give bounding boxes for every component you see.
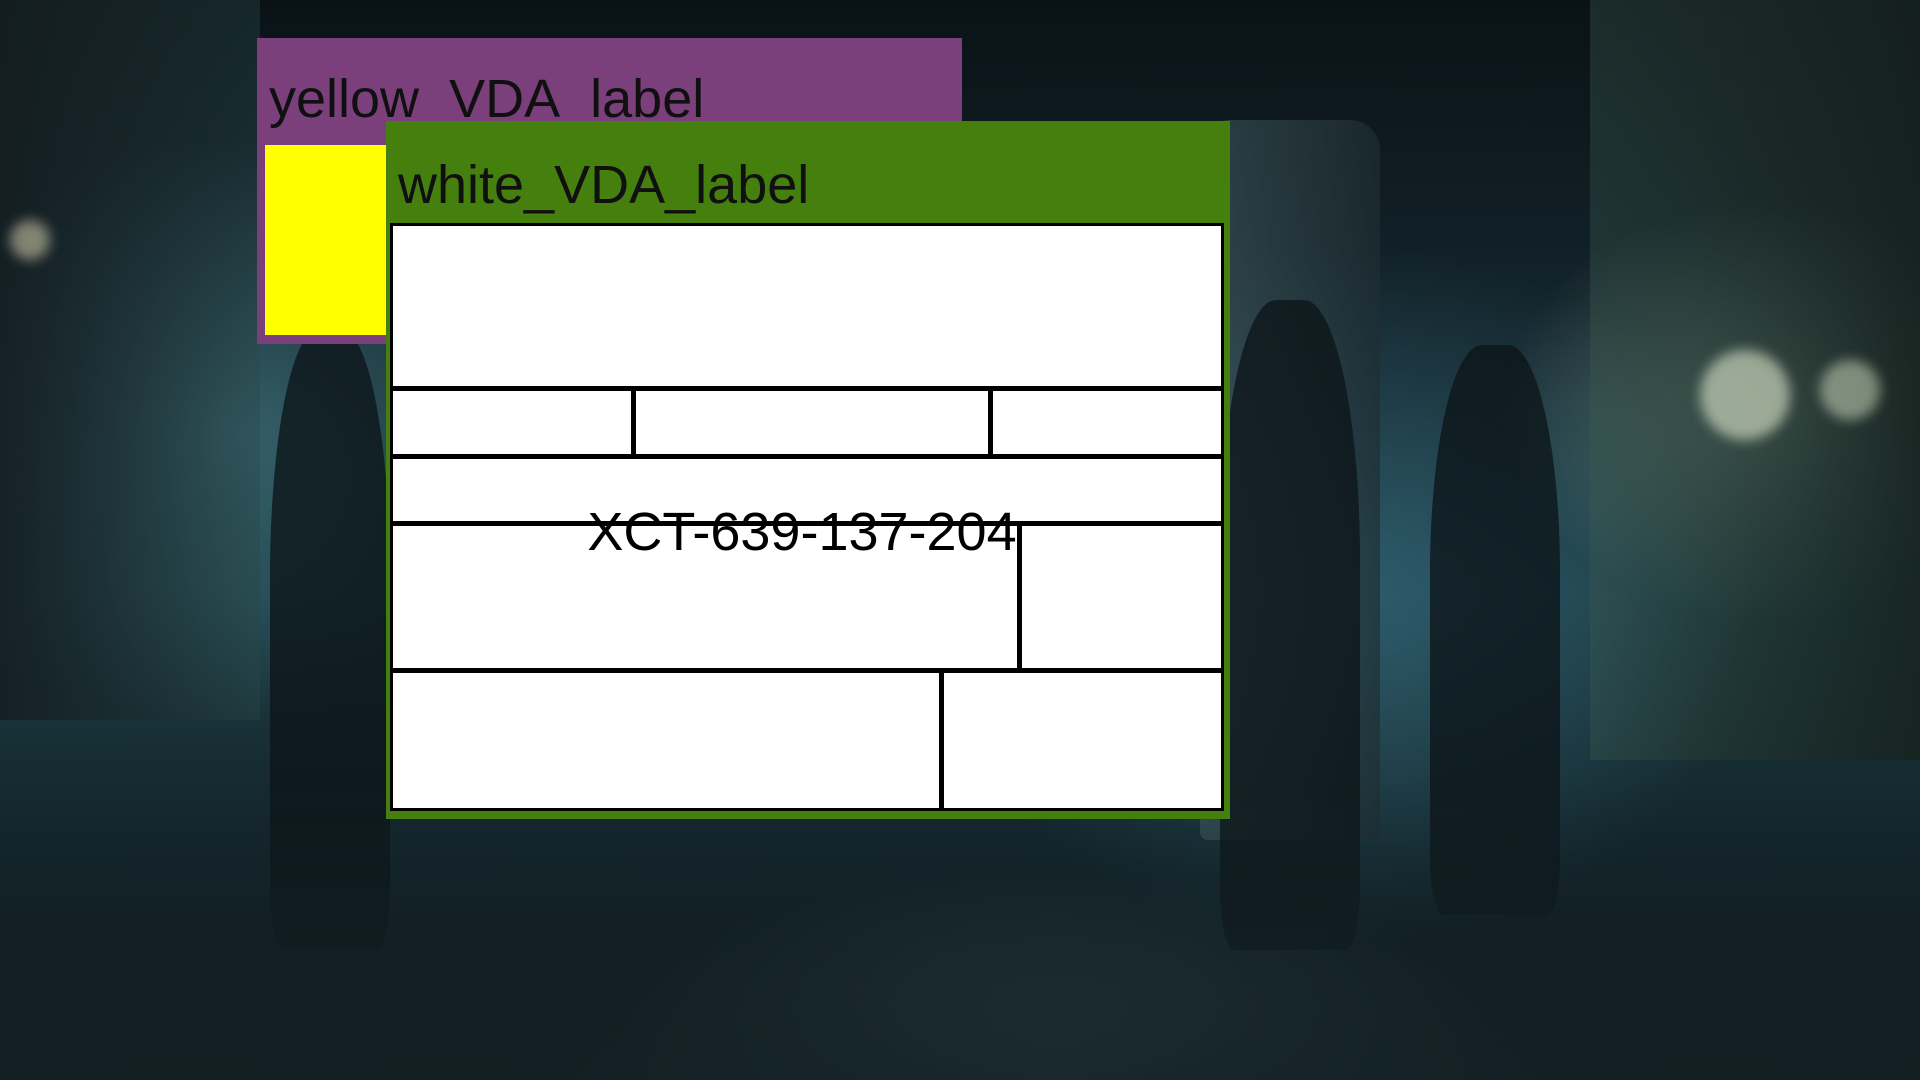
street-light-glow [1820,360,1880,420]
grid-divider [939,668,944,808]
left-building-shape [0,0,260,720]
grid-divider [393,668,1221,673]
street-light-glow [10,220,50,260]
grid-divider [988,386,993,456]
white-panel-title: white_VDA_label [398,155,810,215]
label-cell-row1 [393,226,1221,386]
white-vda-label-panel[interactable]: white_VDA_label XCT-639-137-204 [386,121,1230,819]
label-grid: XCT-639-137-204 [390,223,1224,811]
grid-divider [1017,521,1022,669]
grid-divider [393,521,1221,526]
wet-street-shape [0,780,1920,1080]
grid-divider [631,386,636,456]
yellow-panel-title: yellow_VDA_label [269,69,705,129]
yellow-swatch [265,145,390,335]
grid-divider [393,386,1221,391]
street-light-glow [1700,350,1790,440]
grid-divider [393,454,1221,459]
label-code-text: XCT-639-137-204 [587,502,1017,562]
